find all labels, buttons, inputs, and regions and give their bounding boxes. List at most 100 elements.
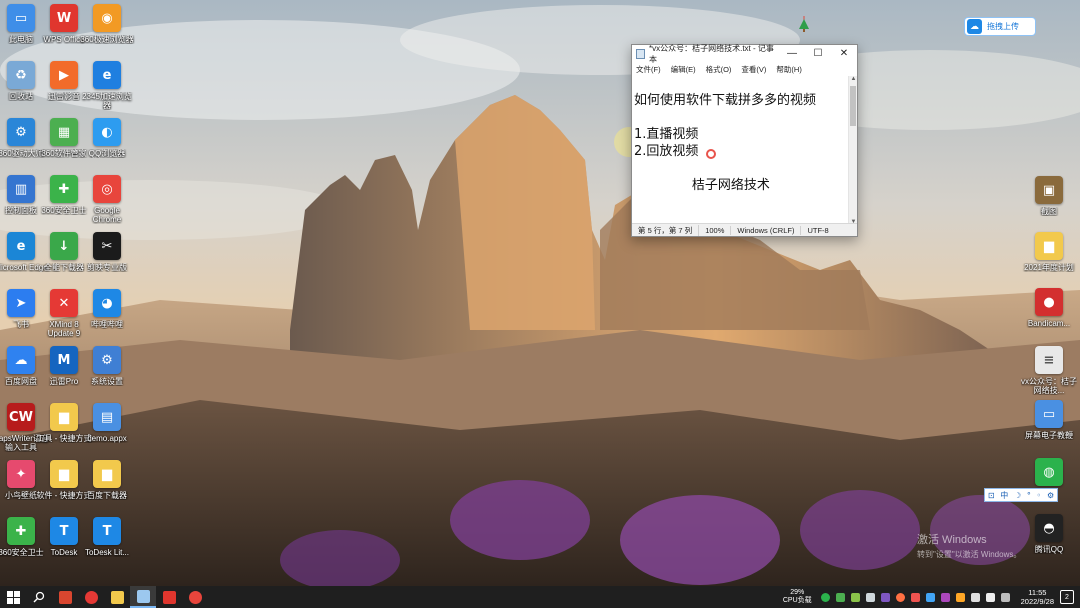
menu-format[interactable]: 格式(O) [706, 64, 732, 75]
menu-help[interactable]: 帮助(H) [776, 64, 801, 75]
text-line-4: 2.回放视频 [634, 144, 699, 159]
status-line-ending: Windows (CRLF) [731, 225, 802, 235]
desktop-icon-label: demo.appx [87, 434, 127, 443]
taskbar-app-recorder[interactable] [78, 586, 104, 608]
drag-upload-button[interactable]: ☁ 拖拽上传 [964, 17, 1036, 36]
desktop-icon-360-browser[interactable]: ◉ 360极速浏览器 [80, 4, 134, 60]
desktop-icon-todesk-lite[interactable]: T ToDesk Lit... [80, 517, 134, 573]
close-button[interactable]: ✕ [831, 48, 857, 59]
notepad-vertical-scrollbar[interactable]: ▲ ▼ [848, 76, 857, 225]
notification-count: 2 [1065, 593, 1069, 601]
desktop-icon-downloads-folder[interactable]: ▆ 百度下载器 [80, 460, 134, 516]
tray-app2-icon[interactable] [910, 592, 920, 602]
menu-edit[interactable]: 编辑(E) [671, 64, 696, 75]
desktop-icon-label: QQ浏览器 [88, 149, 126, 158]
desktop-icon-vx-txt[interactable]: ≡ vx公众号：桔子网络技... [1021, 346, 1077, 402]
desktop-icon-bandicam-icon: ● [1035, 288, 1063, 316]
ime-chinese-toggle[interactable]: 中 [1000, 490, 1008, 501]
minimize-button[interactable]: — [779, 48, 805, 59]
desktop-icon-settings[interactable]: ⚙ 系统设置 [80, 346, 134, 402]
desktop-icon-wechat[interactable]: ◍微信 [1022, 458, 1076, 514]
desktop-icon-chrome[interactable]: ◎ Google Chrome [80, 175, 134, 231]
cloud-upload-icon: ☁ [967, 19, 982, 34]
desktop-icon-downloader-icon: ↓ [50, 232, 78, 260]
desktop-icon-edge-icon: e [7, 232, 35, 260]
ime-punct-icon[interactable]: ° [1027, 491, 1031, 500]
scroll-up-arrow-icon[interactable]: ▲ [849, 76, 858, 82]
desktop-icon-right-folder-icon: ▆ [1035, 232, 1063, 260]
tray-wechat-icon[interactable] [820, 592, 830, 602]
tray-sound-icon[interactable] [985, 592, 995, 602]
notepad-title-bar[interactable]: *vx公众号：桔子网络技术.txt - 记事本 — ☐ ✕ [632, 44, 857, 64]
taskbar-app-huawei[interactable] [156, 586, 182, 608]
desktop-icon-qq-browser[interactable]: ◐ QQ浏览器 [80, 118, 134, 174]
desktop-icon-bandicam[interactable]: ● Bandicam... [1022, 288, 1076, 344]
tray-app4-icon[interactable] [940, 592, 950, 602]
ime-mode-icon[interactable]: ⊡ [988, 491, 995, 500]
scrollbar-thumb[interactable] [850, 86, 856, 126]
desktop-icon-bilibili-icon: ◕ [93, 289, 121, 317]
cpu-label: CPU负载 [782, 597, 812, 604]
search-button[interactable] [26, 586, 52, 608]
desktop-icon-2345-browser[interactable]: e 2345加速浏览器 [80, 61, 134, 117]
desktop-icon-right-image-icon: ▣ [1035, 176, 1063, 204]
notification-center-button[interactable]: 2 [1060, 590, 1074, 604]
chrome-icon [188, 590, 202, 604]
ime-toolbar[interactable]: ⊡ 中 ☽ ° ◦ ⚙ [984, 488, 1058, 502]
desktop-icon-label: 腾讯QQ [1034, 545, 1064, 554]
desktop-icon-right-image[interactable]: ▣ 截图 [1022, 176, 1076, 232]
christmas-tree-icon[interactable] [798, 16, 810, 32]
desktop-icon-demo-app[interactable]: ▤ demo.appx [80, 403, 134, 459]
desktop-icon-chrome-icon: ◎ [93, 175, 121, 203]
tray-app3-icon[interactable] [925, 592, 935, 602]
activate-title: 激活 Windows [917, 534, 987, 546]
desktop-icon-feishu-icon: ➤ [7, 289, 35, 317]
desktop-icon-qq-icon: ◓ [1035, 514, 1063, 542]
tray-app5-icon[interactable] [955, 592, 965, 602]
desktop-icon-screen-capture[interactable]: ▭ 屏幕电子教鞭 [1022, 400, 1076, 456]
ime-settings-icon[interactable]: ⚙ [1047, 491, 1054, 500]
ime-dot-icon[interactable]: ◦ [1037, 491, 1042, 500]
tray-ime-icon[interactable] [1000, 592, 1010, 602]
desktop-icon-vx-txt-icon: ≡ [1035, 346, 1063, 374]
desktop-icon-capcut-icon: ✂ [93, 232, 121, 260]
ime-moon-icon[interactable]: ☽ [1014, 491, 1021, 500]
desktop-icon-right-folder[interactable]: ▆ 2021年度计划 [1022, 232, 1076, 288]
maximize-button[interactable]: ☐ [805, 48, 831, 59]
record-icon [84, 590, 98, 604]
notepad-window[interactable]: *vx公众号：桔子网络技术.txt - 记事本 — ☐ ✕ 文件(F) 编辑(E… [631, 44, 858, 237]
menu-view[interactable]: 查看(V) [741, 64, 766, 75]
cpu-monitor[interactable]: 29% CPU负载 [783, 589, 812, 605]
desktop-icon-label: vx公众号：桔子网络技... [1021, 377, 1077, 395]
status-position: 第 5 行，第 7 列 [632, 224, 700, 236]
tray-display-icon[interactable] [970, 592, 980, 602]
taskbar-app-notepad[interactable] [130, 586, 156, 608]
app-red-icon [58, 590, 72, 604]
notepad-icon [636, 48, 645, 59]
desktop-icon-bilibili[interactable]: ◕ 哔哩哔哩 [80, 289, 134, 345]
desktop-icon-label: 2021年度计划 [1024, 263, 1074, 272]
text-line-3: 1.直播视频 [634, 127, 699, 142]
desktop-icon-control-panel-icon: ▥ [7, 175, 35, 203]
menu-file[interactable]: 文件(F) [636, 64, 661, 75]
notepad-taskbar-icon [136, 589, 150, 603]
system-tray: 29% CPU负载 11:55 2022/9/28 2 [783, 586, 1080, 608]
desktop-icon-label: 百度下载器 [87, 491, 127, 500]
desktop-icon-label: 360极速浏览器 [80, 35, 134, 44]
desktop-icon-capcut[interactable]: ✂ 剪映专业版 [80, 232, 134, 288]
taskbar-app-1[interactable] [52, 586, 78, 608]
text-line-2 [634, 109, 850, 126]
tray-usb-icon[interactable] [865, 592, 875, 602]
tray-pen-icon[interactable] [880, 592, 890, 602]
taskbar-app-chrome[interactable] [182, 586, 208, 608]
tray-dot-icon[interactable] [895, 592, 905, 602]
taskbar-clock[interactable]: 11:55 2022/9/28 [1021, 588, 1054, 606]
notepad-text-area[interactable]: 如何使用软件下载拼多多的视频 1.直播视频 2.回放视频 桔子网络技术 [632, 76, 850, 224]
tray-shield-icon[interactable] [850, 592, 860, 602]
start-button[interactable] [0, 586, 26, 608]
tray-app-icon[interactable] [835, 592, 845, 602]
taskbar-app-explorer[interactable] [104, 586, 130, 608]
upload-label: 拖拽上传 [987, 22, 1019, 31]
desktop-icon-this-pc-icon: ▭ [7, 4, 35, 32]
desktop-icon-qq[interactable]: ◓ 腾讯QQ [1022, 514, 1076, 570]
